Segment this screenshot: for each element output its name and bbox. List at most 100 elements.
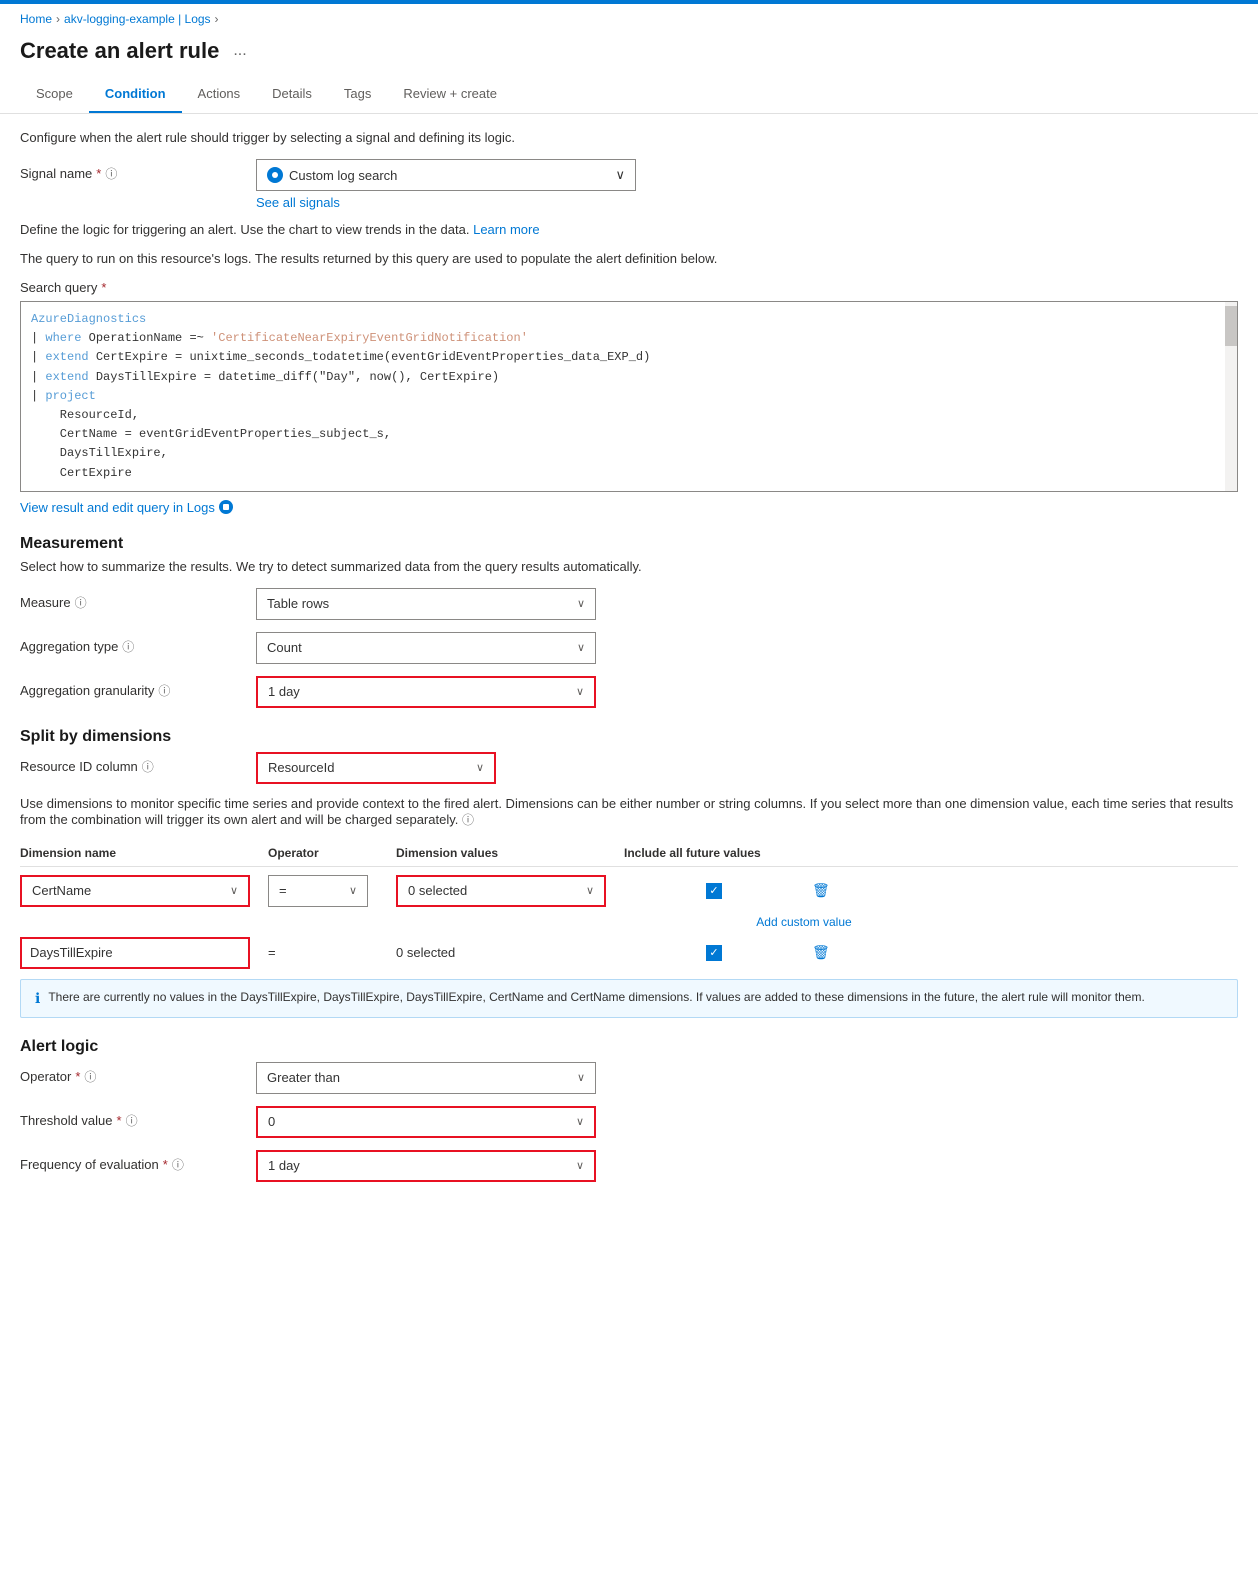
threshold-value-control: 0 ∨ bbox=[256, 1106, 596, 1138]
resource-id-chevron: ∨ bbox=[476, 761, 484, 774]
threshold-info-icon[interactable]: ⓘ bbox=[126, 1112, 138, 1129]
dim-include-all-2-checkbox[interactable] bbox=[706, 945, 722, 961]
resource-id-control: ResourceId ∨ bbox=[256, 752, 596, 784]
frequency-label: Frequency of evaluation * ⓘ bbox=[20, 1150, 240, 1173]
query-scrollbar[interactable] bbox=[1225, 302, 1237, 491]
frequency-control: 1 day ∨ bbox=[256, 1150, 596, 1182]
dim-name-2-input[interactable]: DaysTillExpire bbox=[20, 937, 250, 969]
aggregation-type-row: Aggregation type ⓘ Count ∨ bbox=[20, 632, 1238, 664]
dim-header-actions bbox=[812, 846, 852, 860]
dim-include-1 bbox=[624, 883, 804, 899]
operator-info-icon[interactable]: ⓘ bbox=[84, 1068, 96, 1085]
main-content: Configure when the alert rule should tri… bbox=[0, 114, 1258, 1210]
learn-more-link[interactable]: Learn more bbox=[473, 222, 539, 237]
dim-include-all-1-checkbox[interactable] bbox=[706, 883, 722, 899]
dim-name-1-chevron: ∨ bbox=[230, 884, 238, 897]
dimension-row-1: CertName ∨ = ∨ 0 selected ∨ bbox=[20, 875, 1238, 907]
breadcrumb-logs[interactable]: akv-logging-example | Logs bbox=[64, 12, 211, 26]
tab-tags[interactable]: Tags bbox=[328, 76, 387, 113]
search-query-required: * bbox=[101, 280, 106, 295]
resource-id-info-icon[interactable]: ⓘ bbox=[142, 758, 154, 775]
resource-id-select[interactable]: ResourceId ∨ bbox=[256, 752, 496, 784]
dim-delete-2-icon[interactable]: 🗑 bbox=[812, 944, 830, 960]
tab-actions[interactable]: Actions bbox=[182, 76, 257, 113]
dim-operator-2: = bbox=[268, 945, 388, 960]
tab-details[interactable]: Details bbox=[256, 76, 328, 113]
dim-name-1-cell: CertName ∨ bbox=[20, 875, 260, 907]
query-line-7: CertName = eventGridEventProperties_subj… bbox=[31, 425, 1227, 444]
frequency-info-icon[interactable]: ⓘ bbox=[172, 1156, 184, 1173]
aggregation-type-select[interactable]: Count ∨ bbox=[256, 632, 596, 664]
aggregation-type-label: Aggregation type ⓘ bbox=[20, 632, 240, 655]
dim-values-2: 0 selected bbox=[396, 945, 616, 960]
query-line-8: DaysTillExpire, bbox=[31, 444, 1227, 463]
nav-tabs: Scope Condition Actions Details Tags Rev… bbox=[0, 76, 1258, 114]
aggregation-granularity-info-icon[interactable]: ⓘ bbox=[158, 682, 170, 699]
dim-name-2-cell: DaysTillExpire bbox=[20, 937, 260, 969]
frequency-chevron: ∨ bbox=[576, 1159, 584, 1172]
aggregation-type-control: Count ∨ bbox=[256, 632, 596, 664]
add-custom-value-link-1[interactable]: Add custom value bbox=[370, 915, 1238, 929]
resource-id-label: Resource ID column ⓘ bbox=[20, 752, 240, 775]
signal-icon bbox=[267, 167, 283, 183]
view-result-link[interactable]: View result and edit query in Logs bbox=[20, 500, 1238, 515]
operator-select[interactable]: Greater than ∨ bbox=[256, 1062, 596, 1094]
logs-icon bbox=[219, 500, 233, 514]
tab-condition[interactable]: Condition bbox=[89, 76, 182, 113]
split-by-dimensions-section: Split by dimensions Resource ID column ⓘ… bbox=[20, 728, 1238, 1018]
threshold-value-input[interactable]: 0 ∨ bbox=[256, 1106, 596, 1138]
frequency-select[interactable]: 1 day ∨ bbox=[256, 1150, 596, 1182]
tab-review-create[interactable]: Review + create bbox=[387, 76, 513, 113]
dim-delete-1-icon[interactable]: 🗑 bbox=[812, 882, 830, 898]
operator-control: Greater than ∨ bbox=[256, 1062, 596, 1094]
dimensions-table: Dimension name Operator Dimension values… bbox=[20, 840, 1238, 969]
signal-name-select[interactable]: Custom log search ∨ bbox=[256, 159, 636, 191]
breadcrumb-sep-2: › bbox=[215, 12, 219, 26]
signal-name-info-icon[interactable]: ⓘ bbox=[105, 165, 117, 182]
alert-logic-section: Alert logic Operator * ⓘ Greater than ∨ … bbox=[20, 1038, 1238, 1182]
query-line-9: CertExpire bbox=[31, 464, 1227, 483]
dim-header-include-all: Include all future values bbox=[624, 846, 804, 860]
dim-desc-info-icon[interactable]: ⓘ bbox=[462, 813, 474, 827]
scrollbar-thumb bbox=[1225, 306, 1237, 346]
dim-operator-1-chevron: ∨ bbox=[349, 884, 357, 897]
breadcrumb-home[interactable]: Home bbox=[20, 12, 52, 26]
page-header: Create an alert rule ... bbox=[0, 34, 1258, 76]
dim-delete-1: 🗑 bbox=[812, 882, 852, 899]
dim-name-1-select[interactable]: CertName ∨ bbox=[20, 875, 250, 907]
signal-name-control: Custom log search ∨ See all signals bbox=[256, 159, 636, 210]
dim-operator-1: = ∨ bbox=[268, 875, 388, 907]
operator-chevron: ∨ bbox=[577, 1071, 585, 1084]
dim-delete-2: 🗑 bbox=[812, 944, 852, 961]
dim-values-1: 0 selected ∨ bbox=[396, 875, 616, 907]
aggregation-granularity-label: Aggregation granularity ⓘ bbox=[20, 676, 240, 699]
see-all-signals-link[interactable]: See all signals bbox=[256, 195, 636, 210]
measure-select[interactable]: Table rows ∨ bbox=[256, 588, 596, 620]
dim-header-values: Dimension values bbox=[396, 846, 616, 860]
query-line-3: | extend CertExpire = unixtime_seconds_t… bbox=[31, 348, 1227, 367]
resource-id-row: Resource ID column ⓘ ResourceId ∨ bbox=[20, 752, 1238, 784]
dim-header-operator: Operator bbox=[268, 846, 388, 860]
dim-operator-1-select[interactable]: = ∨ bbox=[268, 875, 368, 907]
aggregation-granularity-chevron: ∨ bbox=[576, 685, 584, 698]
ellipsis-button[interactable]: ... bbox=[227, 40, 252, 62]
breadcrumb: Home › akv-logging-example | Logs › bbox=[0, 4, 1258, 34]
tab-scope[interactable]: Scope bbox=[20, 76, 89, 113]
page-title: Create an alert rule bbox=[20, 38, 219, 64]
logic-description: Define the logic for triggering an alert… bbox=[20, 222, 1238, 237]
query-line-5: | project bbox=[31, 387, 1227, 406]
dim-values-1-select[interactable]: 0 selected ∨ bbox=[396, 875, 606, 907]
condition-description: Configure when the alert rule should tri… bbox=[20, 130, 1238, 145]
search-query-section: Search query * AzureDiagnostics | where … bbox=[20, 280, 1238, 515]
query-editor[interactable]: AzureDiagnostics | where OperationName =… bbox=[20, 301, 1238, 492]
info-box-message: There are currently no values in the Day… bbox=[48, 990, 1144, 1007]
aggregation-granularity-select[interactable]: 1 day ∨ bbox=[256, 676, 596, 708]
measure-control: Table rows ∨ bbox=[256, 588, 596, 620]
signal-name-label: Signal name * ⓘ bbox=[20, 159, 240, 182]
dim-header-name: Dimension name bbox=[20, 846, 260, 860]
measurement-title: Measurement bbox=[20, 535, 1238, 553]
measure-row: Measure ⓘ Table rows ∨ bbox=[20, 588, 1238, 620]
signal-name-row: Signal name * ⓘ Custom log search ∨ See … bbox=[20, 159, 1238, 210]
measure-info-icon[interactable]: ⓘ bbox=[75, 594, 87, 611]
aggregation-type-info-icon[interactable]: ⓘ bbox=[122, 638, 134, 655]
